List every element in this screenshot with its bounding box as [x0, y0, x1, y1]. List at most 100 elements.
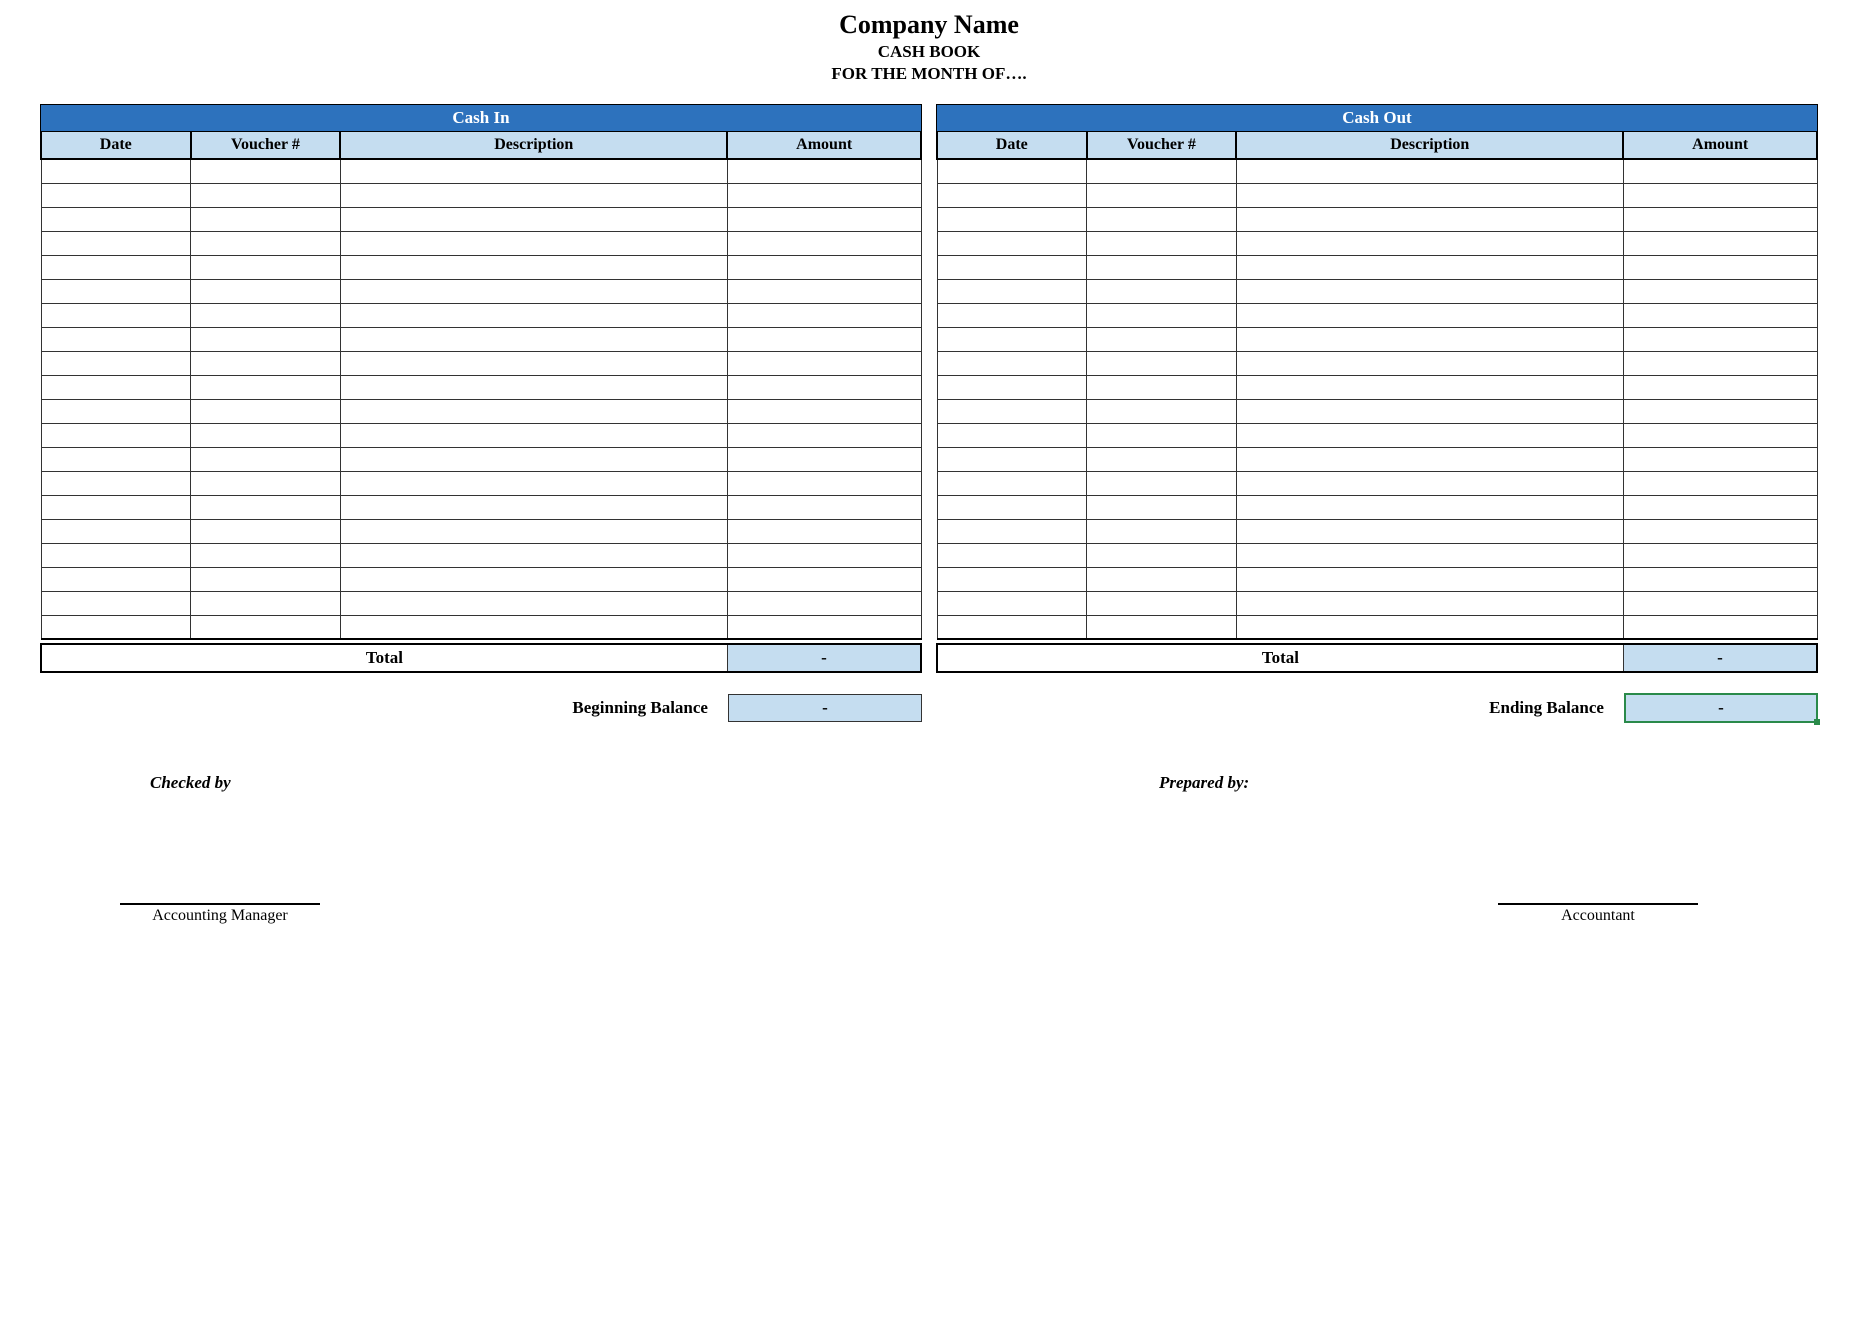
cell-date[interactable]	[937, 159, 1087, 183]
cell-date[interactable]	[937, 591, 1087, 615]
cell-voucher[interactable]	[191, 495, 341, 519]
cell-description[interactable]	[340, 519, 727, 543]
cell-description[interactable]	[1236, 351, 1623, 375]
cell-amount[interactable]	[727, 591, 921, 615]
cell-date[interactable]	[937, 255, 1087, 279]
cell-description[interactable]	[1236, 231, 1623, 255]
cell-voucher[interactable]	[1087, 255, 1237, 279]
cell-date[interactable]	[937, 399, 1087, 423]
cell-date[interactable]	[937, 375, 1087, 399]
cell-date[interactable]	[41, 255, 191, 279]
cell-description[interactable]	[340, 471, 727, 495]
cell-voucher[interactable]	[191, 543, 341, 567]
cell-voucher[interactable]	[191, 279, 341, 303]
cell-voucher[interactable]	[1087, 447, 1237, 471]
cell-date[interactable]	[41, 495, 191, 519]
cell-amount[interactable]	[727, 303, 921, 327]
cell-amount[interactable]	[727, 399, 921, 423]
cell-amount[interactable]	[727, 423, 921, 447]
cell-amount[interactable]	[1623, 399, 1817, 423]
cell-voucher[interactable]	[1087, 183, 1237, 207]
cell-description[interactable]	[1236, 207, 1623, 231]
cell-description[interactable]	[340, 255, 727, 279]
cell-description[interactable]	[340, 567, 727, 591]
cell-voucher[interactable]	[1087, 543, 1237, 567]
cell-description[interactable]	[340, 231, 727, 255]
cell-amount[interactable]	[727, 279, 921, 303]
cell-amount[interactable]	[727, 471, 921, 495]
cell-amount[interactable]	[1623, 375, 1817, 399]
cell-description[interactable]	[1236, 447, 1623, 471]
cell-amount[interactable]	[1623, 519, 1817, 543]
cell-amount[interactable]	[1623, 471, 1817, 495]
cell-amount[interactable]	[727, 495, 921, 519]
cell-date[interactable]	[937, 495, 1087, 519]
cell-amount[interactable]	[1623, 279, 1817, 303]
cell-description[interactable]	[340, 615, 727, 639]
cell-amount[interactable]	[1623, 495, 1817, 519]
cell-voucher[interactable]	[1087, 327, 1237, 351]
cell-amount[interactable]	[1623, 447, 1817, 471]
cell-description[interactable]	[340, 543, 727, 567]
cell-amount[interactable]	[1623, 567, 1817, 591]
cell-date[interactable]	[937, 567, 1087, 591]
cell-date[interactable]	[41, 351, 191, 375]
cell-amount[interactable]	[1623, 255, 1817, 279]
cell-amount[interactable]	[727, 519, 921, 543]
cell-date[interactable]	[937, 231, 1087, 255]
cell-date[interactable]	[41, 423, 191, 447]
cell-amount[interactable]	[1623, 231, 1817, 255]
cell-date[interactable]	[41, 567, 191, 591]
cell-voucher[interactable]	[1087, 495, 1237, 519]
cell-date[interactable]	[41, 543, 191, 567]
cell-amount[interactable]	[1623, 591, 1817, 615]
cell-description[interactable]	[1236, 303, 1623, 327]
cell-amount[interactable]	[727, 255, 921, 279]
cell-voucher[interactable]	[191, 615, 341, 639]
cell-date[interactable]	[41, 471, 191, 495]
cell-voucher[interactable]	[1087, 567, 1237, 591]
cell-voucher[interactable]	[191, 447, 341, 471]
cell-voucher[interactable]	[1087, 615, 1237, 639]
cell-voucher[interactable]	[191, 207, 341, 231]
cell-date[interactable]	[41, 303, 191, 327]
cell-description[interactable]	[340, 375, 727, 399]
cell-voucher[interactable]	[1087, 399, 1237, 423]
cell-date[interactable]	[41, 183, 191, 207]
cell-voucher[interactable]	[1087, 423, 1237, 447]
cell-description[interactable]	[1236, 471, 1623, 495]
cell-voucher[interactable]	[1087, 303, 1237, 327]
cell-voucher[interactable]	[191, 567, 341, 591]
cell-voucher[interactable]	[191, 303, 341, 327]
cell-description[interactable]	[340, 351, 727, 375]
cell-description[interactable]	[1236, 519, 1623, 543]
cell-voucher[interactable]	[191, 159, 341, 183]
cell-voucher[interactable]	[1087, 375, 1237, 399]
cell-amount[interactable]	[727, 447, 921, 471]
cell-description[interactable]	[1236, 255, 1623, 279]
cell-description[interactable]	[340, 303, 727, 327]
cell-voucher[interactable]	[191, 255, 341, 279]
cell-date[interactable]	[41, 207, 191, 231]
cell-description[interactable]	[340, 399, 727, 423]
cell-amount[interactable]	[1623, 543, 1817, 567]
cell-date[interactable]	[41, 159, 191, 183]
cell-description[interactable]	[1236, 495, 1623, 519]
cell-description[interactable]	[1236, 543, 1623, 567]
cell-date[interactable]	[937, 543, 1087, 567]
cell-description[interactable]	[1236, 375, 1623, 399]
cell-voucher[interactable]	[1087, 207, 1237, 231]
cell-description[interactable]	[1236, 423, 1623, 447]
cell-date[interactable]	[41, 279, 191, 303]
cell-amount[interactable]	[727, 231, 921, 255]
cell-date[interactable]	[937, 351, 1087, 375]
cell-amount[interactable]	[727, 327, 921, 351]
cell-amount[interactable]	[1623, 303, 1817, 327]
cell-description[interactable]	[340, 423, 727, 447]
cell-description[interactable]	[1236, 159, 1623, 183]
cell-description[interactable]	[340, 591, 727, 615]
cell-description[interactable]	[1236, 279, 1623, 303]
cell-amount[interactable]	[727, 375, 921, 399]
cell-date[interactable]	[937, 519, 1087, 543]
cell-description[interactable]	[340, 279, 727, 303]
